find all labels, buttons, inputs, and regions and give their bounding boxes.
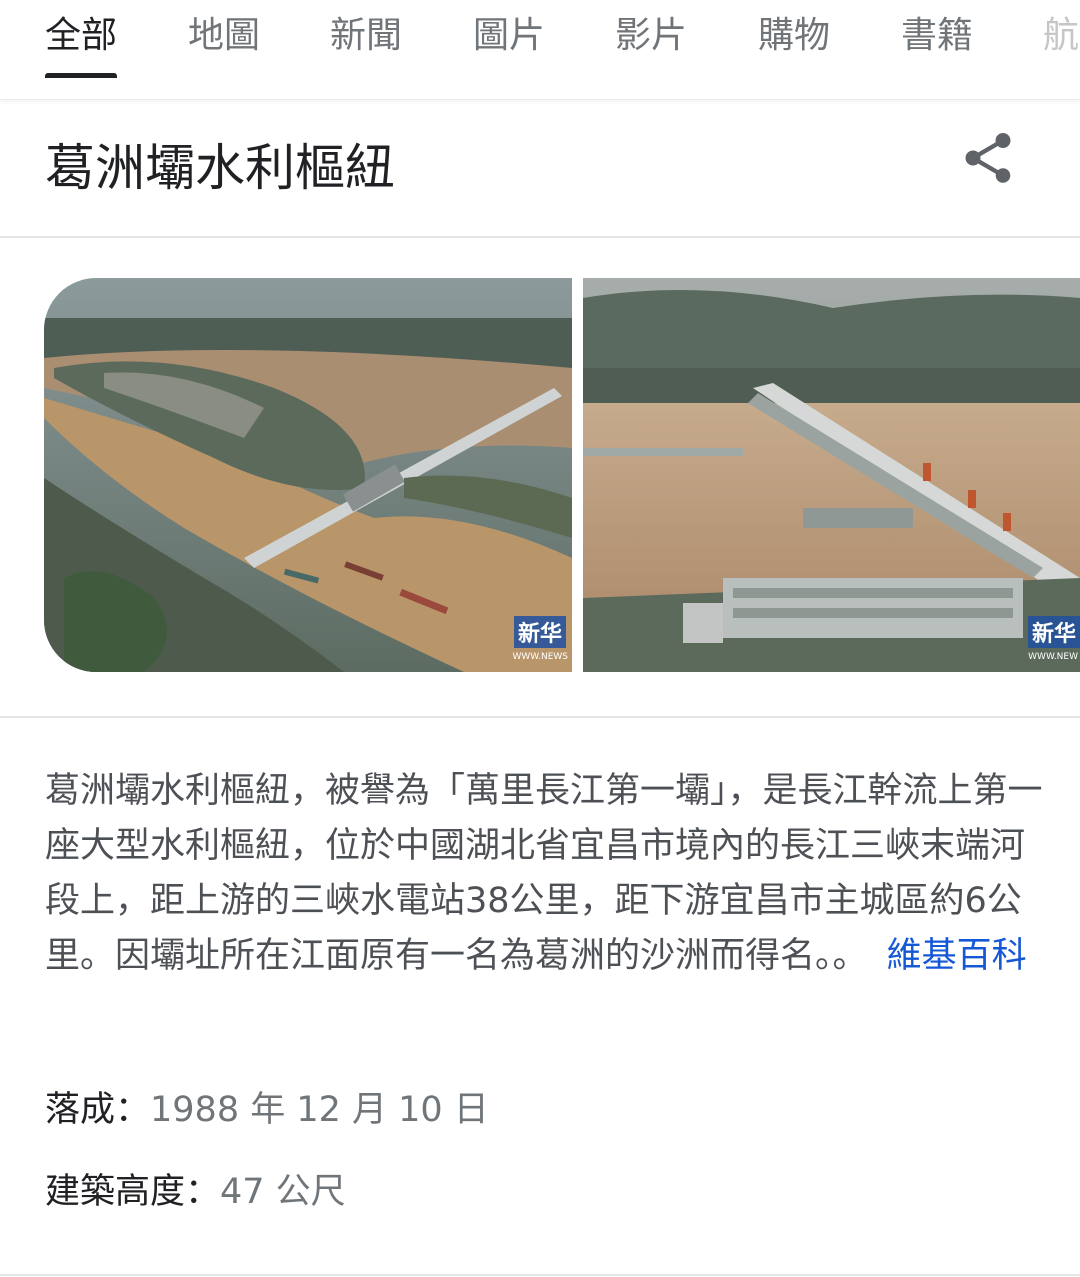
tab-news[interactable]: 新聞	[330, 12, 402, 78]
wikipedia-link[interactable]: 維基百科	[887, 936, 1027, 976]
divider	[0, 1274, 1080, 1276]
share-button[interactable]	[958, 128, 1018, 188]
fact-value: 1988 年 12 月 10 日	[150, 1090, 489, 1130]
description: 葛洲壩水利樞紐，被譽為「萬里長江第一壩」，是長江幹流上第一座大型水利樞紐，位於中…	[45, 764, 1045, 984]
tab-images[interactable]: 圖片	[473, 12, 545, 78]
fact-completed: 落成：1988 年 12 月 10 日	[45, 1086, 489, 1134]
watermark-url: WWW.NEW	[1028, 652, 1078, 662]
search-tabs: 全部 地圖 新聞 圖片 影片 購物 書籍 航	[0, 0, 1080, 100]
fact-label: 落成：	[45, 1090, 151, 1130]
divider	[0, 236, 1080, 238]
watermark: 新华	[1027, 616, 1080, 648]
tab-shopping[interactable]: 購物	[758, 12, 830, 78]
fact-height: 建築高度：47 公尺	[45, 1168, 346, 1216]
fact-label: 建築高度：	[45, 1172, 221, 1212]
dam-photo-2[interactable]: 新华 WWW.NEW	[583, 278, 1080, 672]
share-icon	[965, 133, 1011, 183]
knowledge-panel-title: 葛洲壩水利樞紐	[45, 139, 395, 197]
fact-value: 47 公尺	[220, 1172, 346, 1212]
divider	[0, 716, 1080, 718]
dam-photo-1[interactable]: 新华 WWW.NEWS	[44, 278, 572, 672]
tab-flights[interactable]: 航	[1043, 12, 1079, 78]
tab-books[interactable]: 書籍	[901, 12, 973, 78]
tab-all[interactable]: 全部	[45, 12, 118, 78]
watermark-url: WWW.NEWS	[512, 652, 568, 662]
tab-videos[interactable]: 影片	[615, 12, 687, 78]
watermark: 新华	[513, 616, 566, 648]
tab-maps[interactable]: 地圖	[188, 12, 260, 78]
